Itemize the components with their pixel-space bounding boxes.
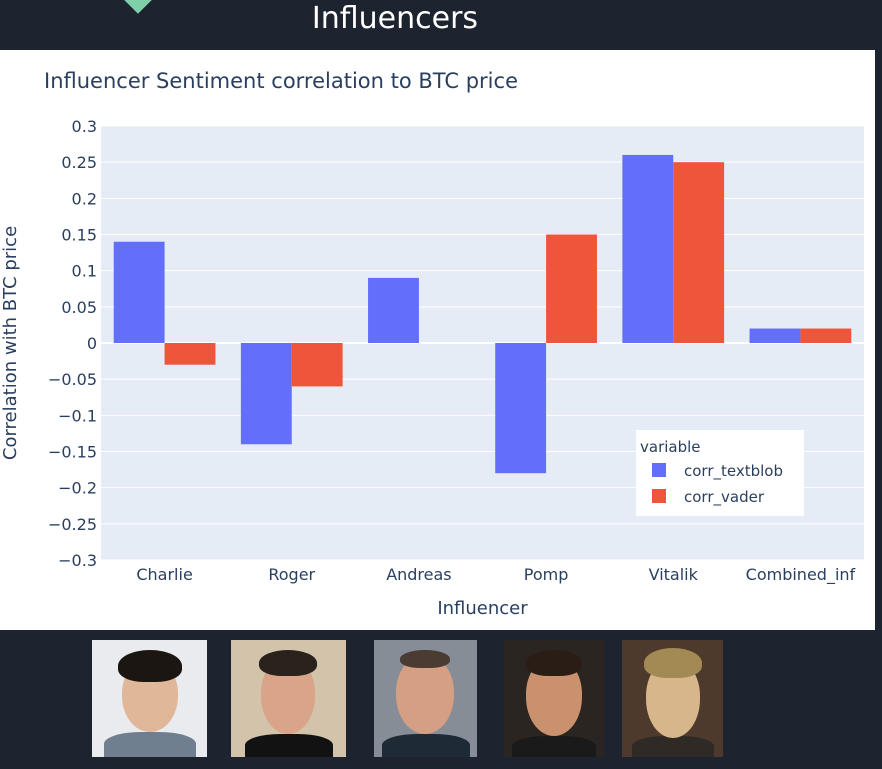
x-tick-label: Andreas <box>386 565 451 584</box>
photo-hair <box>400 650 450 668</box>
x-tick-label: Charlie <box>136 565 192 584</box>
chart-panel: Influencer Sentiment correlation to BTC … <box>0 50 875 630</box>
x-tick-labels: Charlie Roger Andreas Pomp Vitalik Combined_i… <box>136 565 855 585</box>
photo-shirt <box>632 736 714 757</box>
y-tick-label: 0 <box>87 334 97 353</box>
chart-title: Influencer Sentiment correlation to BTC … <box>44 69 518 93</box>
y-tick-label: −0.25 <box>48 515 97 534</box>
legend: variable corr_textblob corr_vader <box>636 430 804 516</box>
legend-title: variable <box>640 438 701 456</box>
roger-photo <box>231 640 346 757</box>
slide-title: Influencers <box>311 1 479 36</box>
y-tick-label: −0.15 <box>48 443 97 462</box>
bar-corr_textblob-pomp[interactable] <box>495 343 547 474</box>
andreas-photo <box>374 640 477 757</box>
bar-corr_textblob-andreas[interactable] <box>368 277 419 343</box>
x-tick-label: Vitalik <box>649 565 699 584</box>
x-axis-title: Influencer <box>437 598 528 619</box>
photo-hair <box>644 648 702 678</box>
legend-swatch-vader[interactable] <box>652 489 666 503</box>
bar-chart: Influencer Sentiment correlation to BTC … <box>0 69 864 619</box>
bar-corr_textblob-combined_inf[interactable] <box>749 328 801 343</box>
y-tick-label: −0.1 <box>58 406 97 425</box>
bar-corr_textblob-roger[interactable] <box>240 343 292 445</box>
x-tick-label: Roger <box>268 565 315 584</box>
legend-label-vader[interactable]: corr_vader <box>684 488 765 507</box>
photo-shirt <box>104 732 196 757</box>
influencer-photos <box>0 640 882 758</box>
y-tick-label: 0.05 <box>61 298 97 317</box>
legend-swatch-textblob[interactable] <box>652 463 666 477</box>
y-tick-labels: 0.3 0.25 0.2 0.15 0.1 0.05 0 −0.05 −0.1 −0.15 −0.2… <box>48 117 97 570</box>
y-axis-title: Correlation with BTC price <box>0 226 21 460</box>
bar-corr_vader-pomp[interactable] <box>546 234 597 344</box>
vitalik-photo <box>622 640 723 757</box>
bar-corr_textblob-vitalik[interactable] <box>622 154 674 343</box>
y-tick-label: −0.05 <box>48 370 97 389</box>
photo-shirt <box>512 736 596 757</box>
pomp-photo <box>504 640 604 757</box>
legend-label-textblob[interactable]: corr_textblob <box>684 462 783 481</box>
bar-corr_vader-combined_inf[interactable] <box>800 328 852 343</box>
bar-corr_vader-roger[interactable] <box>291 343 343 387</box>
y-tick-label: 0.25 <box>61 153 97 172</box>
y-tick-label: −0.3 <box>58 551 97 570</box>
x-tick-label: Pomp <box>524 565 569 584</box>
photo-hair <box>526 650 582 676</box>
bar-corr_vader-vitalik[interactable] <box>673 162 725 343</box>
photo-hair <box>259 650 317 676</box>
photo-hair <box>118 650 182 682</box>
y-tick-label: 0.15 <box>61 226 97 245</box>
photo-shirt <box>245 734 333 757</box>
photo-shirt <box>382 734 470 757</box>
y-tick-label: 0.1 <box>72 262 97 281</box>
bar-corr_vader-charlie[interactable] <box>164 343 216 365</box>
y-tick-label: −0.2 <box>58 479 97 498</box>
charlie-photo <box>92 640 207 757</box>
bar-corr_textblob-charlie[interactable] <box>113 241 165 343</box>
x-tick-label: Combined_inf <box>746 565 856 585</box>
y-tick-label: 0.2 <box>72 189 97 208</box>
y-tick-label: 0.3 <box>72 117 97 136</box>
